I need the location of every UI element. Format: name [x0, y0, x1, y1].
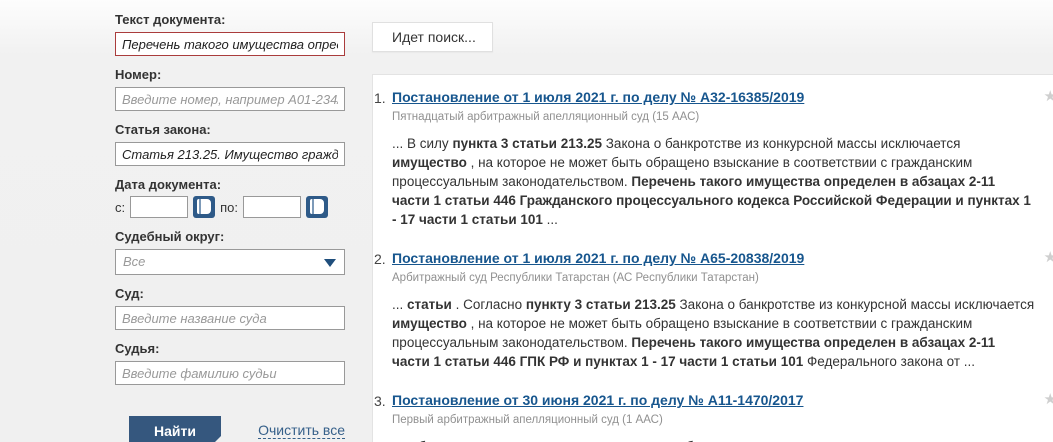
favorite-star-icon[interactable]: ★ [1044, 250, 1053, 265]
result-item: 1. Постановление от 1 июля 2021 г. по де… [373, 89, 1053, 229]
snippet-segment: . Согласно [452, 297, 526, 312]
result-snippet: ...арбитражного суда о признании граждан… [392, 437, 1037, 442]
clear-all-link[interactable]: Очистить все [258, 423, 345, 439]
snippet-segment: ... [543, 212, 558, 227]
calendar-icon[interactable] [306, 196, 328, 218]
snippet-segment: статьи [407, 297, 452, 312]
date-to-input[interactable] [243, 196, 301, 218]
search-button[interactable]: Найти [129, 416, 221, 442]
document-date-label: Дата документа: [115, 177, 345, 192]
search-form-sidebar: Текст документа: Номер: Статья закона: Д… [115, 12, 345, 442]
results-list: 1. Постановление от 1 июля 2021 г. по де… [373, 89, 1053, 442]
date-range-row: с: по: [115, 196, 345, 218]
calendar-icon[interactable] [193, 196, 215, 218]
snippet-segment: Федерального закона от ... [803, 354, 975, 369]
result-court-name: Пятнадцатый арбитражный апелляционный су… [392, 111, 1037, 123]
judge-label: Судья: [115, 341, 345, 356]
snippet-segment: ... [392, 297, 407, 312]
judge-input[interactable] [115, 361, 345, 385]
snippet-segment: ... В силу [392, 136, 452, 151]
law-article-label: Статья закона: [115, 122, 345, 137]
result-court-name: Арбитражный суд Республики Татарстан (АС… [392, 272, 1037, 284]
chevron-down-icon [324, 259, 336, 267]
law-article-input[interactable] [115, 142, 345, 166]
result-number: 3. [374, 393, 386, 409]
search-status-button[interactable]: Идет поиск... [372, 22, 493, 52]
result-title-link[interactable]: Постановление от 1 июля 2021 г. по делу … [392, 250, 804, 266]
favorite-star-icon[interactable]: ★ [1044, 392, 1053, 407]
court-input[interactable] [115, 306, 345, 330]
snippet-segment: Закона о банкротстве из конкурсной массы… [602, 136, 960, 151]
case-number-label: Номер: [115, 67, 345, 82]
case-number-input[interactable] [115, 87, 345, 111]
judicial-district-select[interactable]: Все [115, 249, 345, 275]
document-text-label: Текст документа: [115, 12, 345, 27]
favorite-star-icon[interactable]: ★ [1044, 89, 1053, 104]
snippet-segment: Закона о банкротстве из конкурсной массы… [676, 297, 1034, 312]
judicial-district-label: Судебный округ: [115, 229, 345, 244]
result-title-link[interactable]: Постановление от 1 июля 2021 г. по делу … [392, 89, 804, 105]
result-snippet: ... статьи . Согласно пункту 3 статьи 21… [392, 295, 1037, 371]
document-text-input[interactable] [115, 32, 345, 56]
form-actions-row: Найти Очистить все [115, 416, 345, 442]
result-court-name: Первый арбитражный апелляционный суд (1 … [392, 414, 1037, 426]
date-to-label: по: [220, 200, 238, 215]
result-snippet: ... В силу пункта 3 статьи 213.25 Закона… [392, 134, 1037, 229]
result-number: 2. [374, 251, 386, 267]
result-title-link[interactable]: Постановление от 30 июня 2021 г. по делу… [392, 392, 803, 408]
judicial-district-value: Все [116, 250, 344, 274]
snippet-segment: пункту 3 статьи 213.25 [526, 297, 676, 312]
result-item: 2. Постановление от 1 июля 2021 г. по де… [373, 250, 1053, 371]
court-label: Суд: [115, 286, 345, 301]
snippet-segment: пункта 3 статьи 213.25 [452, 136, 602, 151]
result-number: 1. [374, 90, 386, 106]
date-from-label: с: [115, 200, 125, 215]
result-item: 3. Постановление от 30 июня 2021 г. по д… [373, 392, 1053, 442]
snippet-segment: имущество [392, 316, 467, 331]
court-search-page: { "colors": { "accent_navy": "#35577e", … [0, 0, 1053, 442]
snippet-segment: имущество [392, 155, 467, 170]
search-results-panel: 1. Постановление от 1 июля 2021 г. по де… [372, 74, 1053, 442]
date-from-input[interactable] [130, 196, 188, 218]
